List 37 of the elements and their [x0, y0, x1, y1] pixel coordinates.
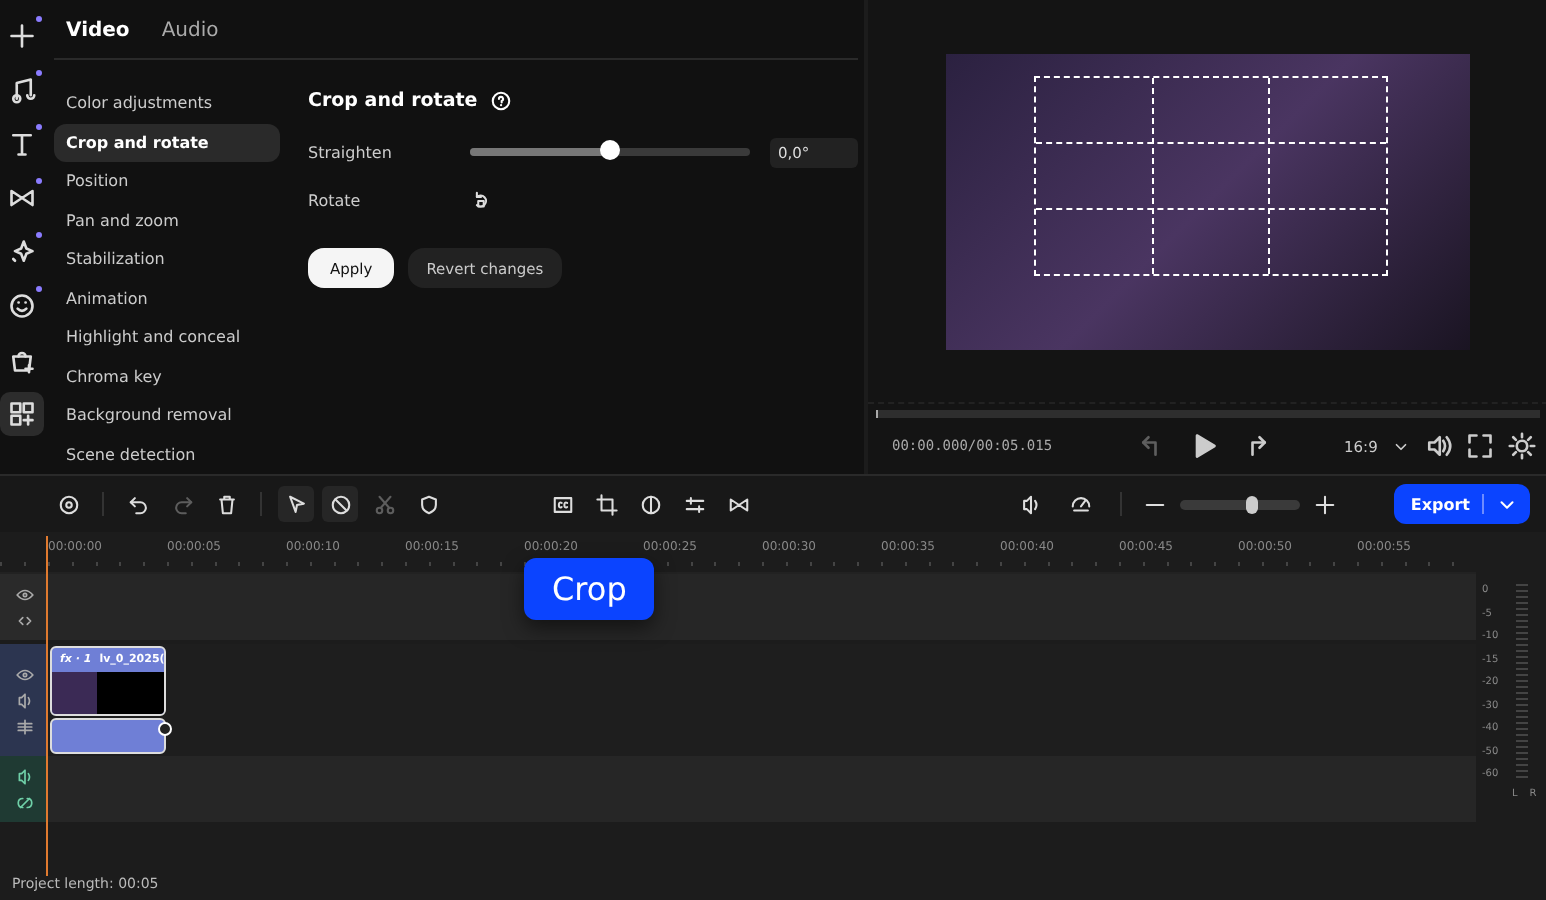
- unlink-icon[interactable]: [15, 793, 33, 811]
- clip-thumbnail-placeholder: [52, 672, 164, 714]
- rotate-icon[interactable]: [470, 189, 492, 211]
- eye-icon[interactable]: [15, 665, 33, 683]
- section-title: Crop and rotate: [308, 89, 478, 111]
- zoom-slider[interactable]: [1180, 499, 1301, 509]
- menu-item[interactable]: Background removal: [54, 396, 280, 435]
- menu-item[interactable]: Crop and rotate: [54, 123, 280, 162]
- field-label: Rotate: [308, 191, 363, 209]
- field-label: Straighten: [308, 143, 394, 161]
- export-button[interactable]: Export: [1394, 484, 1530, 524]
- lines-icon[interactable]: [15, 717, 33, 735]
- select-icon[interactable]: [278, 486, 314, 522]
- menu-item[interactable]: Animation: [54, 279, 280, 318]
- settings-icon[interactable]: [1507, 432, 1536, 460]
- fullscreen-icon[interactable]: [1465, 432, 1494, 460]
- eye-icon[interactable]: [15, 585, 33, 603]
- crop-grid-overlay[interactable]: [1033, 75, 1388, 275]
- link-icon[interactable]: [15, 611, 33, 629]
- menu-item[interactable]: Highlight and conceal: [54, 318, 280, 357]
- audio-clip[interactable]: [50, 718, 166, 754]
- tab[interactable]: Audio: [161, 20, 219, 42]
- menu-item[interactable]: Scene detection: [54, 435, 280, 474]
- volume-icon[interactable]: [1423, 432, 1452, 460]
- tab[interactable]: Video: [66, 20, 130, 42]
- menu-item[interactable]: Stabilization: [54, 240, 280, 279]
- volume-icon[interactable]: [15, 691, 33, 709]
- help-icon[interactable]: [489, 89, 512, 111]
- zoom-in-icon[interactable]: [1314, 493, 1337, 515]
- menu-item[interactable]: Position: [54, 162, 280, 201]
- menu-item[interactable]: Pan and zoom: [54, 201, 280, 240]
- volume-icon[interactable]: [15, 767, 33, 785]
- menu-item[interactable]: Chroma key: [54, 357, 280, 396]
- menu-item[interactable]: Color adjustments: [54, 84, 280, 123]
- crop-tooltip: Crop: [524, 558, 655, 620]
- play-icon[interactable]: [1190, 432, 1218, 460]
- apps-tool-icon[interactable]: [0, 392, 44, 436]
